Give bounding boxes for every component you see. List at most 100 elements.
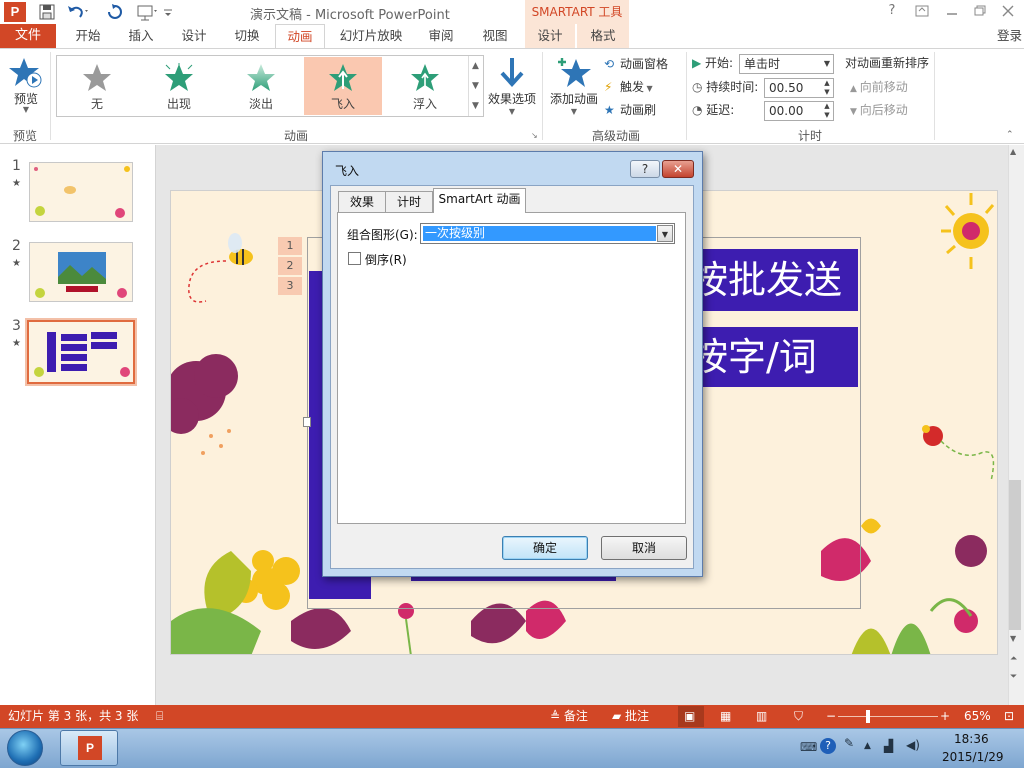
next-slide-icon[interactable]: ⏷ — [1010, 672, 1017, 682]
windows-start-icon[interactable] — [7, 730, 43, 766]
delay-spinner[interactable]: 00.00 ▲ ▼ — [764, 101, 834, 121]
tab-effect[interactable]: 效果 — [338, 191, 386, 212]
star-float-in-icon — [411, 64, 439, 91]
effect-options-button[interactable]: 效果选项 ▼ — [488, 56, 536, 120]
animation-pane-button[interactable]: ⟲ 动画窗格 — [604, 54, 668, 74]
powerpoint-logo-icon[interactable]: P — [4, 2, 26, 22]
keyboard-icon[interactable]: ⌨ — [800, 740, 817, 754]
comments-button[interactable]: ▰ 批注 — [612, 705, 649, 728]
zoom-out-icon[interactable]: − — [826, 705, 836, 728]
preview-button[interactable]: 预览 ▼ — [8, 56, 44, 118]
tab-smartart-animation[interactable]: SmartArt 动画 — [433, 188, 526, 213]
zoom-level[interactable]: 65% — [964, 705, 991, 728]
tab-smartart-format[interactable]: 格式 — [577, 24, 629, 48]
animation-appear[interactable]: 出现 — [140, 57, 218, 115]
duration-spinner[interactable]: 00.50 ▲ ▼ — [764, 78, 834, 98]
zoom-in-icon[interactable]: + — [940, 705, 950, 728]
help-tray-icon[interactable]: ? — [820, 738, 836, 754]
trigger-button[interactable]: ⚡ 触发 ▼ — [604, 77, 653, 97]
tab-review[interactable]: 审阅 — [418, 24, 464, 48]
trigger-label: 触发 — [620, 80, 645, 94]
animation-painter-icon: ★ — [604, 103, 615, 117]
redo-icon[interactable] — [106, 3, 126, 21]
ribbon-display-options-icon[interactable] — [910, 2, 934, 20]
zoom-slider-track[interactable] — [838, 716, 938, 717]
scroll-down-icon[interactable]: ▼ — [1010, 634, 1016, 643]
clock-date[interactable]: 2015/1/29 — [942, 750, 1004, 764]
reverse-order-label[interactable]: 倒序(R) — [365, 251, 407, 268]
close-window-icon[interactable] — [996, 2, 1020, 20]
minimize-icon[interactable] — [940, 2, 964, 20]
tab-home[interactable]: 开始 — [64, 24, 112, 48]
restore-icon[interactable] — [968, 2, 992, 20]
chevron-down-icon[interactable]: ▼ — [657, 225, 673, 242]
animation-sequence-tag[interactable]: 1 — [278, 237, 302, 255]
slide-thumbnail-2[interactable] — [29, 242, 133, 302]
collapse-ribbon-icon[interactable]: ⌃ — [1006, 130, 1014, 140]
dialog-help-button[interactable]: ? — [630, 160, 660, 178]
previous-slide-icon[interactable]: ⏶ — [1010, 654, 1017, 664]
tab-view[interactable]: 视图 — [472, 24, 518, 48]
spell-check-icon[interactable]: ⌸ — [156, 705, 163, 728]
move-later-button[interactable]: ▼ 向后移动 — [850, 100, 908, 120]
tab-file[interactable]: 文件 — [0, 24, 56, 48]
gallery-scroll-down-icon[interactable]: ▼ — [468, 76, 482, 96]
start-dropdown-icon[interactable]: ▼ — [821, 55, 833, 73]
animation-float-in[interactable]: 浮入 — [386, 57, 464, 115]
add-animation-button[interactable]: 添加动画 ▼ — [546, 56, 602, 120]
animation-none[interactable]: 无 — [58, 57, 136, 115]
start-select[interactable]: 单击时 ▼ — [739, 54, 834, 74]
taskbar-powerpoint-button[interactable]: P — [60, 730, 118, 766]
show-hidden-icons-icon[interactable]: ▲ — [864, 741, 871, 751]
move-earlier-button[interactable]: ▲ 向前移动 — [850, 77, 908, 97]
tab-slideshow[interactable]: 幻灯片放映 — [334, 24, 408, 48]
volume-icon[interactable]: ◀) — [906, 738, 920, 752]
slide-thumbnail-3[interactable] — [25, 318, 137, 386]
slide-sorter-icon[interactable]: ▦ — [720, 705, 731, 728]
slideshow-icon[interactable]: ⛉ — [794, 705, 803, 728]
group-graphic-select[interactable]: 一次按级别 ▼ — [420, 223, 675, 244]
cancel-button[interactable]: 取消 — [601, 536, 687, 560]
fit-slide-icon[interactable]: ⊡ — [1004, 705, 1014, 728]
gallery-more-icon[interactable]: ▼ — [468, 96, 482, 116]
help-button[interactable]: ? — [880, 2, 904, 20]
slide-thumbnail-pane — [0, 145, 156, 705]
tab-transitions[interactable]: 切换 — [224, 24, 270, 48]
reverse-order-checkbox[interactable] — [348, 252, 361, 265]
animation-fly-in[interactable]: 飞入 — [304, 57, 382, 115]
animation-sequence-tag[interactable]: 3 — [278, 277, 302, 295]
network-icon[interactable]: ▟ — [884, 739, 893, 753]
save-icon[interactable] — [38, 3, 58, 21]
ok-button[interactable]: 确定 — [502, 536, 588, 560]
preview-dropdown-icon[interactable]: ▼ — [8, 105, 44, 114]
gallery-scroll-up-icon[interactable]: ▲ — [468, 56, 482, 76]
slide-thumbnail-1[interactable] — [29, 162, 133, 222]
animation-sequence-tag[interactable]: 2 — [278, 257, 302, 275]
animation-dialog-launcher-icon[interactable]: ↘ — [531, 131, 538, 140]
move-earlier-icon: ▲ — [850, 84, 860, 94]
animation-fade[interactable]: 淡出 — [222, 57, 300, 115]
undo-icon[interactable] — [66, 3, 88, 21]
customize-qat-icon[interactable] — [162, 3, 182, 21]
notes-button[interactable]: ≜ 备注 — [550, 705, 588, 728]
delay-value: 00.00 — [769, 104, 804, 118]
tab-timing[interactable]: 计时 — [385, 191, 433, 212]
sign-in-link[interactable]: 登录 — [997, 24, 1022, 48]
start-from-beginning-icon[interactable] — [136, 3, 157, 21]
scrollbar-thumb[interactable] — [1009, 480, 1021, 630]
dialog-title: 飞入 — [335, 164, 360, 178]
resize-handle-left[interactable] — [303, 417, 311, 427]
clock-time[interactable]: 18:36 — [954, 732, 989, 746]
spinner-arrows-icon[interactable]: ▲ ▼ — [821, 79, 833, 97]
zoom-slider-thumb[interactable] — [866, 710, 870, 723]
reading-view-icon[interactable]: ▥ — [756, 705, 767, 728]
animation-painter-button[interactable]: ★ 动画刷 — [604, 100, 656, 120]
dialog-close-button[interactable]: ✕ — [662, 160, 694, 178]
scroll-up-icon[interactable]: ▲ — [1010, 147, 1016, 156]
delay-spinner-arrows-icon[interactable]: ▲ ▼ — [821, 102, 833, 120]
pen-icon[interactable]: ✎ — [844, 736, 854, 750]
tab-insert[interactable]: 插入 — [118, 24, 164, 48]
tab-animations[interactable]: 动画 — [275, 24, 325, 48]
tab-design[interactable]: 设计 — [170, 24, 218, 48]
tab-smartart-design[interactable]: 设计 — [525, 24, 575, 48]
